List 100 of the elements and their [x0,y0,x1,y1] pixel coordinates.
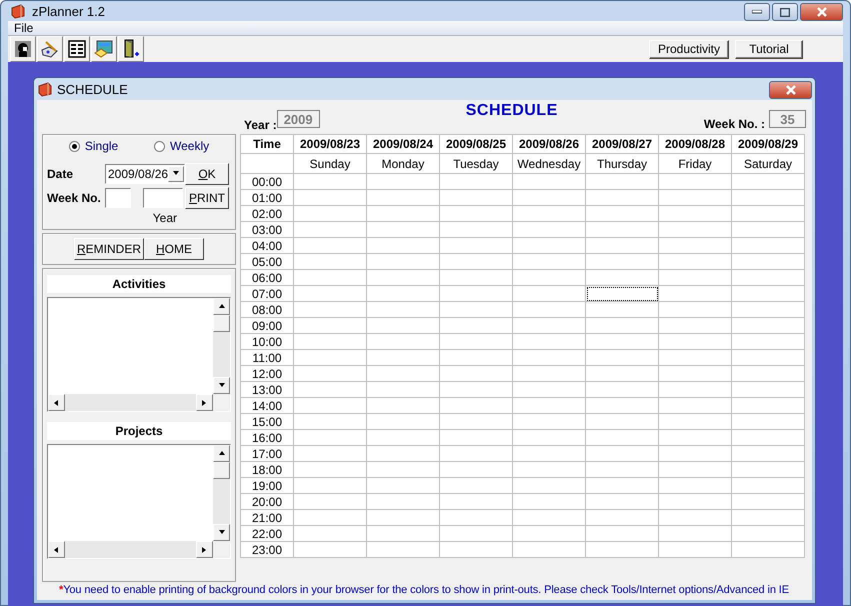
schedule-cell[interactable] [658,430,732,446]
schedule-cell[interactable] [512,494,586,510]
schedule-cell[interactable] [732,206,804,222]
date-dropdown[interactable]: 2009/08/26 [105,164,185,184]
schedule-cell[interactable] [512,222,586,238]
schedule-cell[interactable] [732,174,804,190]
schedule-cell[interactable] [294,382,366,398]
schedule-cell[interactable] [586,510,658,526]
home-button[interactable]: HOME [144,238,204,260]
schedule-cell[interactable] [440,286,512,302]
schedule-cell[interactable] [658,494,732,510]
schedule-cell[interactable] [512,382,586,398]
schedule-cell[interactable] [658,478,732,494]
schedule-cell[interactable] [586,254,658,270]
schedule-cell[interactable] [732,334,804,350]
schedule-cell[interactable] [440,190,512,206]
schedule-cell[interactable] [732,494,804,510]
schedule-cell[interactable] [658,542,732,558]
schedule-cell[interactable] [366,254,440,270]
schedule-cell[interactable] [366,510,440,526]
schedule-cell[interactable] [440,398,512,414]
horizontal-scrollbar[interactable] [48,394,213,411]
schedule-cell[interactable] [512,270,586,286]
schedule-cell[interactable] [586,350,658,366]
toolbar-button[interactable] [118,36,144,62]
schedule-cell[interactable] [294,462,366,478]
schedule-cell[interactable] [512,174,586,190]
schedule-cell[interactable] [658,270,732,286]
schedule-cell[interactable] [440,302,512,318]
schedule-cell[interactable] [366,478,440,494]
schedule-cell[interactable] [294,254,366,270]
schedule-cell[interactable] [586,478,658,494]
schedule-cell[interactable] [294,526,366,542]
schedule-cell[interactable] [294,366,366,382]
schedule-cell[interactable] [586,462,658,478]
schedule-cell[interactable] [658,302,732,318]
schedule-cell[interactable] [658,206,732,222]
schedule-cell[interactable] [366,382,440,398]
schedule-cell[interactable] [366,430,440,446]
schedule-cell[interactable] [586,446,658,462]
schedule-cell[interactable] [658,238,732,254]
schedule-cell[interactable] [732,446,804,462]
schedule-cell[interactable] [512,206,586,222]
schedule-cell[interactable] [512,446,586,462]
close-button[interactable] [800,3,843,21]
toolbar-text-button[interactable]: Productivity [649,40,729,58]
schedule-cell[interactable] [586,302,658,318]
schedule-cell[interactable] [294,286,366,302]
schedule-cell[interactable] [512,510,586,526]
schedule-cell[interactable] [732,526,804,542]
schedule-cell[interactable] [294,190,366,206]
schedule-cell[interactable] [658,190,732,206]
schedule-cell[interactable] [512,318,586,334]
schedule-cell[interactable] [440,222,512,238]
schedule-cell[interactable] [586,398,658,414]
schedule-cell[interactable] [658,446,732,462]
schedule-cell[interactable] [658,254,732,270]
list-box[interactable] [47,297,231,412]
schedule-cell[interactable] [440,526,512,542]
schedule-cell[interactable] [440,414,512,430]
schedule-cell[interactable] [294,430,366,446]
schedule-cell[interactable] [440,478,512,494]
schedule-cell[interactable] [732,542,804,558]
schedule-cell[interactable] [366,398,440,414]
schedule-cell[interactable] [732,414,804,430]
schedule-cell[interactable] [366,222,440,238]
schedule-cell[interactable] [294,318,366,334]
schedule-cell[interactable] [440,430,512,446]
close-button[interactable] [769,81,812,99]
schedule-cell[interactable] [366,542,440,558]
schedule-cell[interactable] [294,478,366,494]
scroll-thumb[interactable] [213,315,230,332]
schedule-cell[interactable] [294,302,366,318]
schedule-cell[interactable] [366,414,440,430]
schedule-cell[interactable] [732,318,804,334]
schedule-cell[interactable] [512,398,586,414]
schedule-cell[interactable] [658,414,732,430]
schedule-cell[interactable] [732,286,804,302]
schedule-cell[interactable] [366,366,440,382]
schedule-cell[interactable] [294,222,366,238]
schedule-cell[interactable] [440,206,512,222]
schedule-cell[interactable] [658,334,732,350]
schedule-cell[interactable] [440,270,512,286]
schedule-cell[interactable] [732,254,804,270]
list-box[interactable] [47,444,231,559]
schedule-cell[interactable] [366,174,440,190]
schedule-cell[interactable] [586,318,658,334]
schedule-cell[interactable] [658,526,732,542]
schedule-cell[interactable] [440,446,512,462]
vertical-scrollbar[interactable] [213,298,230,394]
schedule-cell[interactable] [366,302,440,318]
schedule-cell[interactable] [658,222,732,238]
schedule-cell[interactable] [512,254,586,270]
schedule-cell[interactable] [440,542,512,558]
schedule-cell[interactable] [732,238,804,254]
schedule-cell[interactable] [366,494,440,510]
schedule-cell[interactable] [294,494,366,510]
schedule-cell[interactable] [366,238,440,254]
schedule-cell[interactable] [732,510,804,526]
schedule-cell[interactable] [512,526,586,542]
